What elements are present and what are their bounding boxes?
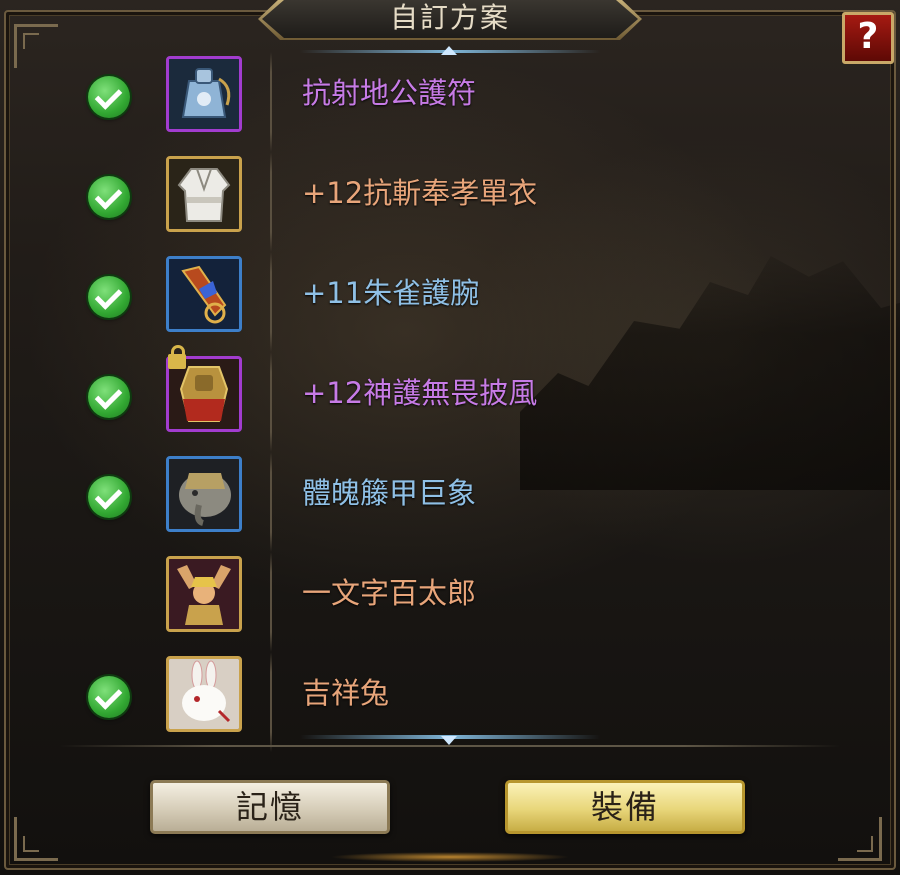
row-divider	[270, 652, 272, 752]
checkmark-icon[interactable]	[88, 676, 130, 718]
memory-button[interactable]: 記憶	[150, 780, 390, 834]
list-bottom-divider	[60, 745, 840, 747]
row-divider	[270, 452, 272, 552]
window-title: 自訂方案	[389, 1, 510, 34]
bracer-icon	[169, 259, 239, 329]
checkmark-icon[interactable]	[88, 276, 130, 318]
item-name: 抗射地公護符	[302, 76, 477, 110]
item-name: 一文字百太郎	[302, 576, 477, 610]
item-name: 吉祥兔	[302, 676, 390, 710]
item-name: +12抗斬奉孝單衣	[302, 176, 538, 210]
item-thumbnail[interactable]	[166, 556, 242, 632]
checkmark-icon[interactable]	[88, 176, 130, 218]
list-item[interactable]: +12神護無畏披風	[40, 345, 860, 452]
list-item[interactable]: 抗射地公護符	[40, 52, 860, 152]
list-item[interactable]: +11朱雀護腕	[40, 252, 860, 352]
item-thumbnail[interactable]	[166, 256, 242, 332]
item-name: +12神護無畏披風	[302, 376, 538, 410]
warrior-arms-raised-icon	[169, 559, 239, 629]
item-thumbnail[interactable]	[166, 56, 242, 132]
row-divider	[270, 352, 272, 452]
armored-elephant-icon	[169, 459, 239, 529]
checkmark-icon[interactable]	[88, 76, 130, 118]
scroll-down-arrow-icon[interactable]	[441, 736, 457, 745]
amulet-pouch-icon	[169, 59, 239, 129]
corner-ornament-bottom-left	[14, 817, 58, 861]
row-divider	[270, 552, 272, 652]
checkmark-icon[interactable]	[88, 476, 130, 518]
item-thumbnail[interactable]	[166, 156, 242, 232]
row-divider	[270, 252, 272, 352]
row-divider	[270, 152, 272, 252]
list-item[interactable]: 一文字百太郎	[40, 552, 860, 652]
white-robe-icon	[169, 159, 239, 229]
lock-icon	[168, 345, 186, 369]
item-name: +11朱雀護腕	[302, 276, 480, 310]
bottom-flare	[330, 852, 570, 862]
list-item[interactable]: 體魄籐甲巨象	[40, 452, 860, 552]
row-divider	[270, 52, 272, 152]
list-item[interactable]: +12抗斬奉孝單衣	[40, 152, 860, 252]
checkmark-icon[interactable]	[88, 376, 130, 418]
item-name: 體魄籐甲巨象	[302, 476, 477, 510]
equip-button[interactable]: 裝備	[505, 780, 745, 834]
item-thumbnail[interactable]	[166, 456, 242, 532]
white-rabbit-icon	[169, 659, 239, 729]
armored-warrior-cape-icon	[169, 359, 239, 429]
item-thumbnail[interactable]	[166, 656, 242, 732]
corner-ornament-bottom-right	[838, 817, 882, 861]
loadout-panel: 自訂方案 ? 抗射地公護符 +12抗斬奉孝單衣 +11朱雀護腕 +12神護無畏披…	[0, 0, 900, 875]
